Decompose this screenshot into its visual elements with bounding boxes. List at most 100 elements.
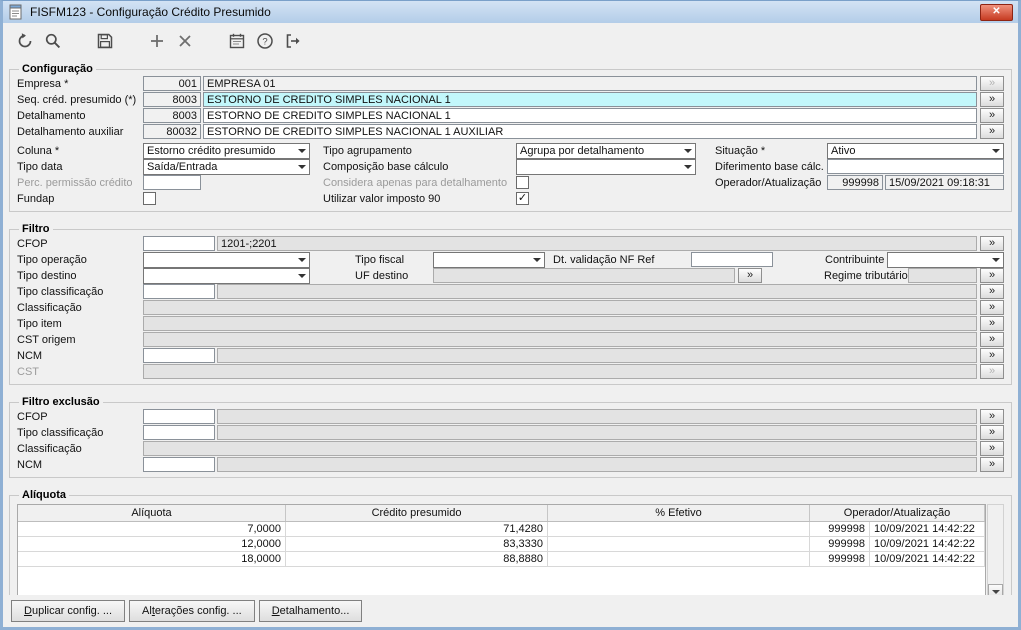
header-credito-presumido[interactable]: Crédito presumido [286, 505, 548, 521]
exclusao-ncm-code-field[interactable] [143, 457, 215, 472]
detalhamento-aux-lookup-button[interactable]: » [980, 124, 1004, 139]
empresa-label: Empresa * [17, 77, 69, 90]
search-button[interactable] [39, 27, 67, 55]
table-row[interactable]: 18,0000 88,8880 999998 10/09/2021 14:42:… [18, 552, 985, 567]
considera-detalhamento-checkbox[interactable] [516, 176, 529, 189]
calendar-button[interactable] [223, 27, 251, 55]
form-content: Configuração Empresa * 001 EMPRESA 01 » … [3, 59, 1018, 595]
coluna-select[interactable]: Estorno crédito presumido [143, 142, 310, 159]
add-button[interactable] [143, 27, 171, 55]
exclusao-ncm-lookup-button[interactable]: » [980, 457, 1004, 472]
tipo-item-row: Tipo item » [17, 316, 1004, 331]
contribuinte-select[interactable] [887, 251, 1004, 268]
tipo-data-select[interactable]: Saída/Entrada [143, 158, 310, 175]
utilizar-imposto-checkbox[interactable]: ✓ [516, 192, 529, 205]
exclusao-cfop-row: CFOP » [17, 409, 1004, 424]
exclusao-classificacao-row: Classificação » [17, 441, 1004, 456]
chevron-down-icon [680, 144, 695, 158]
filtro-classificacao-lookup-button[interactable]: » [980, 300, 1004, 315]
exit-button[interactable] [279, 27, 307, 55]
atualizacao-field: 15/09/2021 09:18:31 [885, 175, 1004, 190]
tipo-operacao-label: Tipo operação [17, 253, 87, 266]
composicao-base-select[interactable] [516, 158, 696, 175]
cst-origem-lookup-button[interactable]: » [980, 332, 1004, 347]
detalhamento-lookup-button[interactable]: » [980, 108, 1004, 123]
seq-cred-desc-field[interactable]: ESTORNO DE CREDITO SIMPLES NACIONAL 1 [203, 92, 977, 107]
calendar-icon [229, 33, 245, 49]
exclusao-classificacao-lookup-button[interactable]: » [980, 441, 1004, 456]
toolbar: ? [3, 23, 1018, 59]
chevron-down-icon [294, 253, 309, 267]
tipo-fiscal-select[interactable] [433, 251, 545, 268]
fundap-checkbox[interactable] [143, 192, 156, 205]
tipo-item-lookup-button[interactable]: » [980, 316, 1004, 331]
filtro-tipo-classificacao-lookup-button[interactable]: » [980, 284, 1004, 299]
situacao-select[interactable]: Ativo [827, 142, 1004, 159]
aliquota-grid: Alíquota Crédito presumido % Efetivo Ope… [17, 504, 1004, 595]
tipo-operacao-select[interactable] [143, 251, 310, 268]
tipo-operacao-row: Tipo operação Tipo fiscal Dt. validação … [17, 251, 1004, 268]
titlebar: FISFM123 - Configuração Crédito Presumid… [3, 1, 1018, 23]
uf-destino-lookup-button[interactable]: » [738, 268, 762, 283]
tipo-agrupamento-label: Tipo agrupamento [323, 144, 412, 157]
filtro-exclusao-group: Filtro exclusão CFOP » Tipo classificaçã… [9, 396, 1012, 478]
detalhamento-desc-field: ESTORNO DE CREDITO SIMPLES NACIONAL 1 [203, 108, 977, 123]
filtro-cfop-row: CFOP 1201-;2201 » [17, 236, 1004, 251]
tipo-item-label: Tipo item [17, 317, 62, 330]
regime-tributario-label: Regime tributário [824, 269, 908, 282]
delete-icon [179, 35, 191, 47]
save-button[interactable] [91, 27, 119, 55]
help-button[interactable]: ? [251, 27, 279, 55]
table-row[interactable]: 12,0000 83,3330 999998 10/09/2021 14:42:… [18, 537, 985, 552]
exclusao-cfop-code-field[interactable] [143, 409, 215, 424]
detalhamento-button[interactable]: Detalhamento... [258, 600, 363, 622]
filtro-exclusao-legend: Filtro exclusão [22, 396, 100, 408]
exclusao-tipo-classificacao-desc-field [217, 425, 977, 440]
detalhamento-code-field[interactable]: 8003 [143, 108, 201, 123]
detalhamento-aux-desc-field: ESTORNO DE CREDITO SIMPLES NACIONAL 1 AU… [203, 124, 977, 139]
empresa-code-field[interactable]: 001 [143, 76, 201, 91]
filtro-ncm-code-field[interactable] [143, 348, 215, 363]
contribuinte-label: Contribuinte [825, 253, 885, 266]
perc-permissao-field[interactable] [143, 175, 201, 190]
filtro-ncm-lookup-button[interactable]: » [980, 348, 1004, 363]
table-row[interactable]: 7,0000 71,4280 999998 10/09/2021 14:42:2… [18, 522, 985, 537]
operador-atualizacao-label: Operador/Atualização [715, 176, 822, 189]
seq-cred-code-field[interactable]: 8003 [143, 92, 201, 107]
empresa-row: Empresa * 001 EMPRESA 01 » [17, 76, 1004, 91]
duplicar-config-button[interactable]: Duplicar config. ... [11, 600, 126, 622]
dt-validacao-field[interactable] [691, 252, 773, 267]
filtro-tipo-classificacao-code-field[interactable] [143, 284, 215, 299]
header-operador-atualizacao[interactable]: Operador/Atualização [810, 505, 985, 521]
scroll-down-button[interactable] [988, 584, 1003, 595]
undo-button[interactable] [11, 27, 39, 55]
tipo-destino-select[interactable] [143, 267, 310, 284]
tipo-agrupamento-select[interactable]: Agrupa por detalhamento [516, 142, 696, 159]
exclusao-tipo-classificacao-code-field[interactable] [143, 425, 215, 440]
header-aliquota[interactable]: Alíquota [18, 505, 286, 521]
exclusao-cfop-lookup-button[interactable]: » [980, 409, 1004, 424]
filtro-cfop-code-field[interactable] [143, 236, 215, 251]
exclusao-ncm-row: NCM » [17, 457, 1004, 472]
empresa-desc-field: EMPRESA 01 [203, 76, 977, 91]
exclusao-tipo-classificacao-label: Tipo classificação [17, 426, 104, 439]
regime-tributario-lookup-button[interactable]: » [980, 268, 1004, 283]
svg-text:?: ? [262, 36, 267, 47]
alteracoes-config-button[interactable]: Alterações config. ... [129, 600, 255, 622]
cst-origem-row: CST origem » [17, 332, 1004, 347]
header-efetivo[interactable]: % Efetivo [548, 505, 810, 521]
regime-tributario-field [908, 268, 977, 283]
close-button[interactable]: ✕ [980, 3, 1013, 21]
seq-cred-lookup-button[interactable]: » [980, 92, 1004, 107]
exclusao-tipo-classificacao-lookup-button[interactable]: » [980, 425, 1004, 440]
dt-validacao-label: Dt. validação NF Ref [553, 253, 655, 266]
table-scrollbar[interactable] [987, 504, 1004, 595]
uf-destino-field [433, 268, 735, 283]
filtro-cfop-lookup-button[interactable]: » [980, 236, 1004, 251]
situacao-label: Situação * [715, 144, 766, 157]
cell-efetivo [548, 537, 810, 551]
diferimento-base-field[interactable] [827, 159, 1004, 174]
cst-origem-label: CST origem [17, 333, 76, 346]
detalhamento-aux-code-field[interactable]: 80032 [143, 124, 201, 139]
delete-button[interactable] [171, 27, 199, 55]
